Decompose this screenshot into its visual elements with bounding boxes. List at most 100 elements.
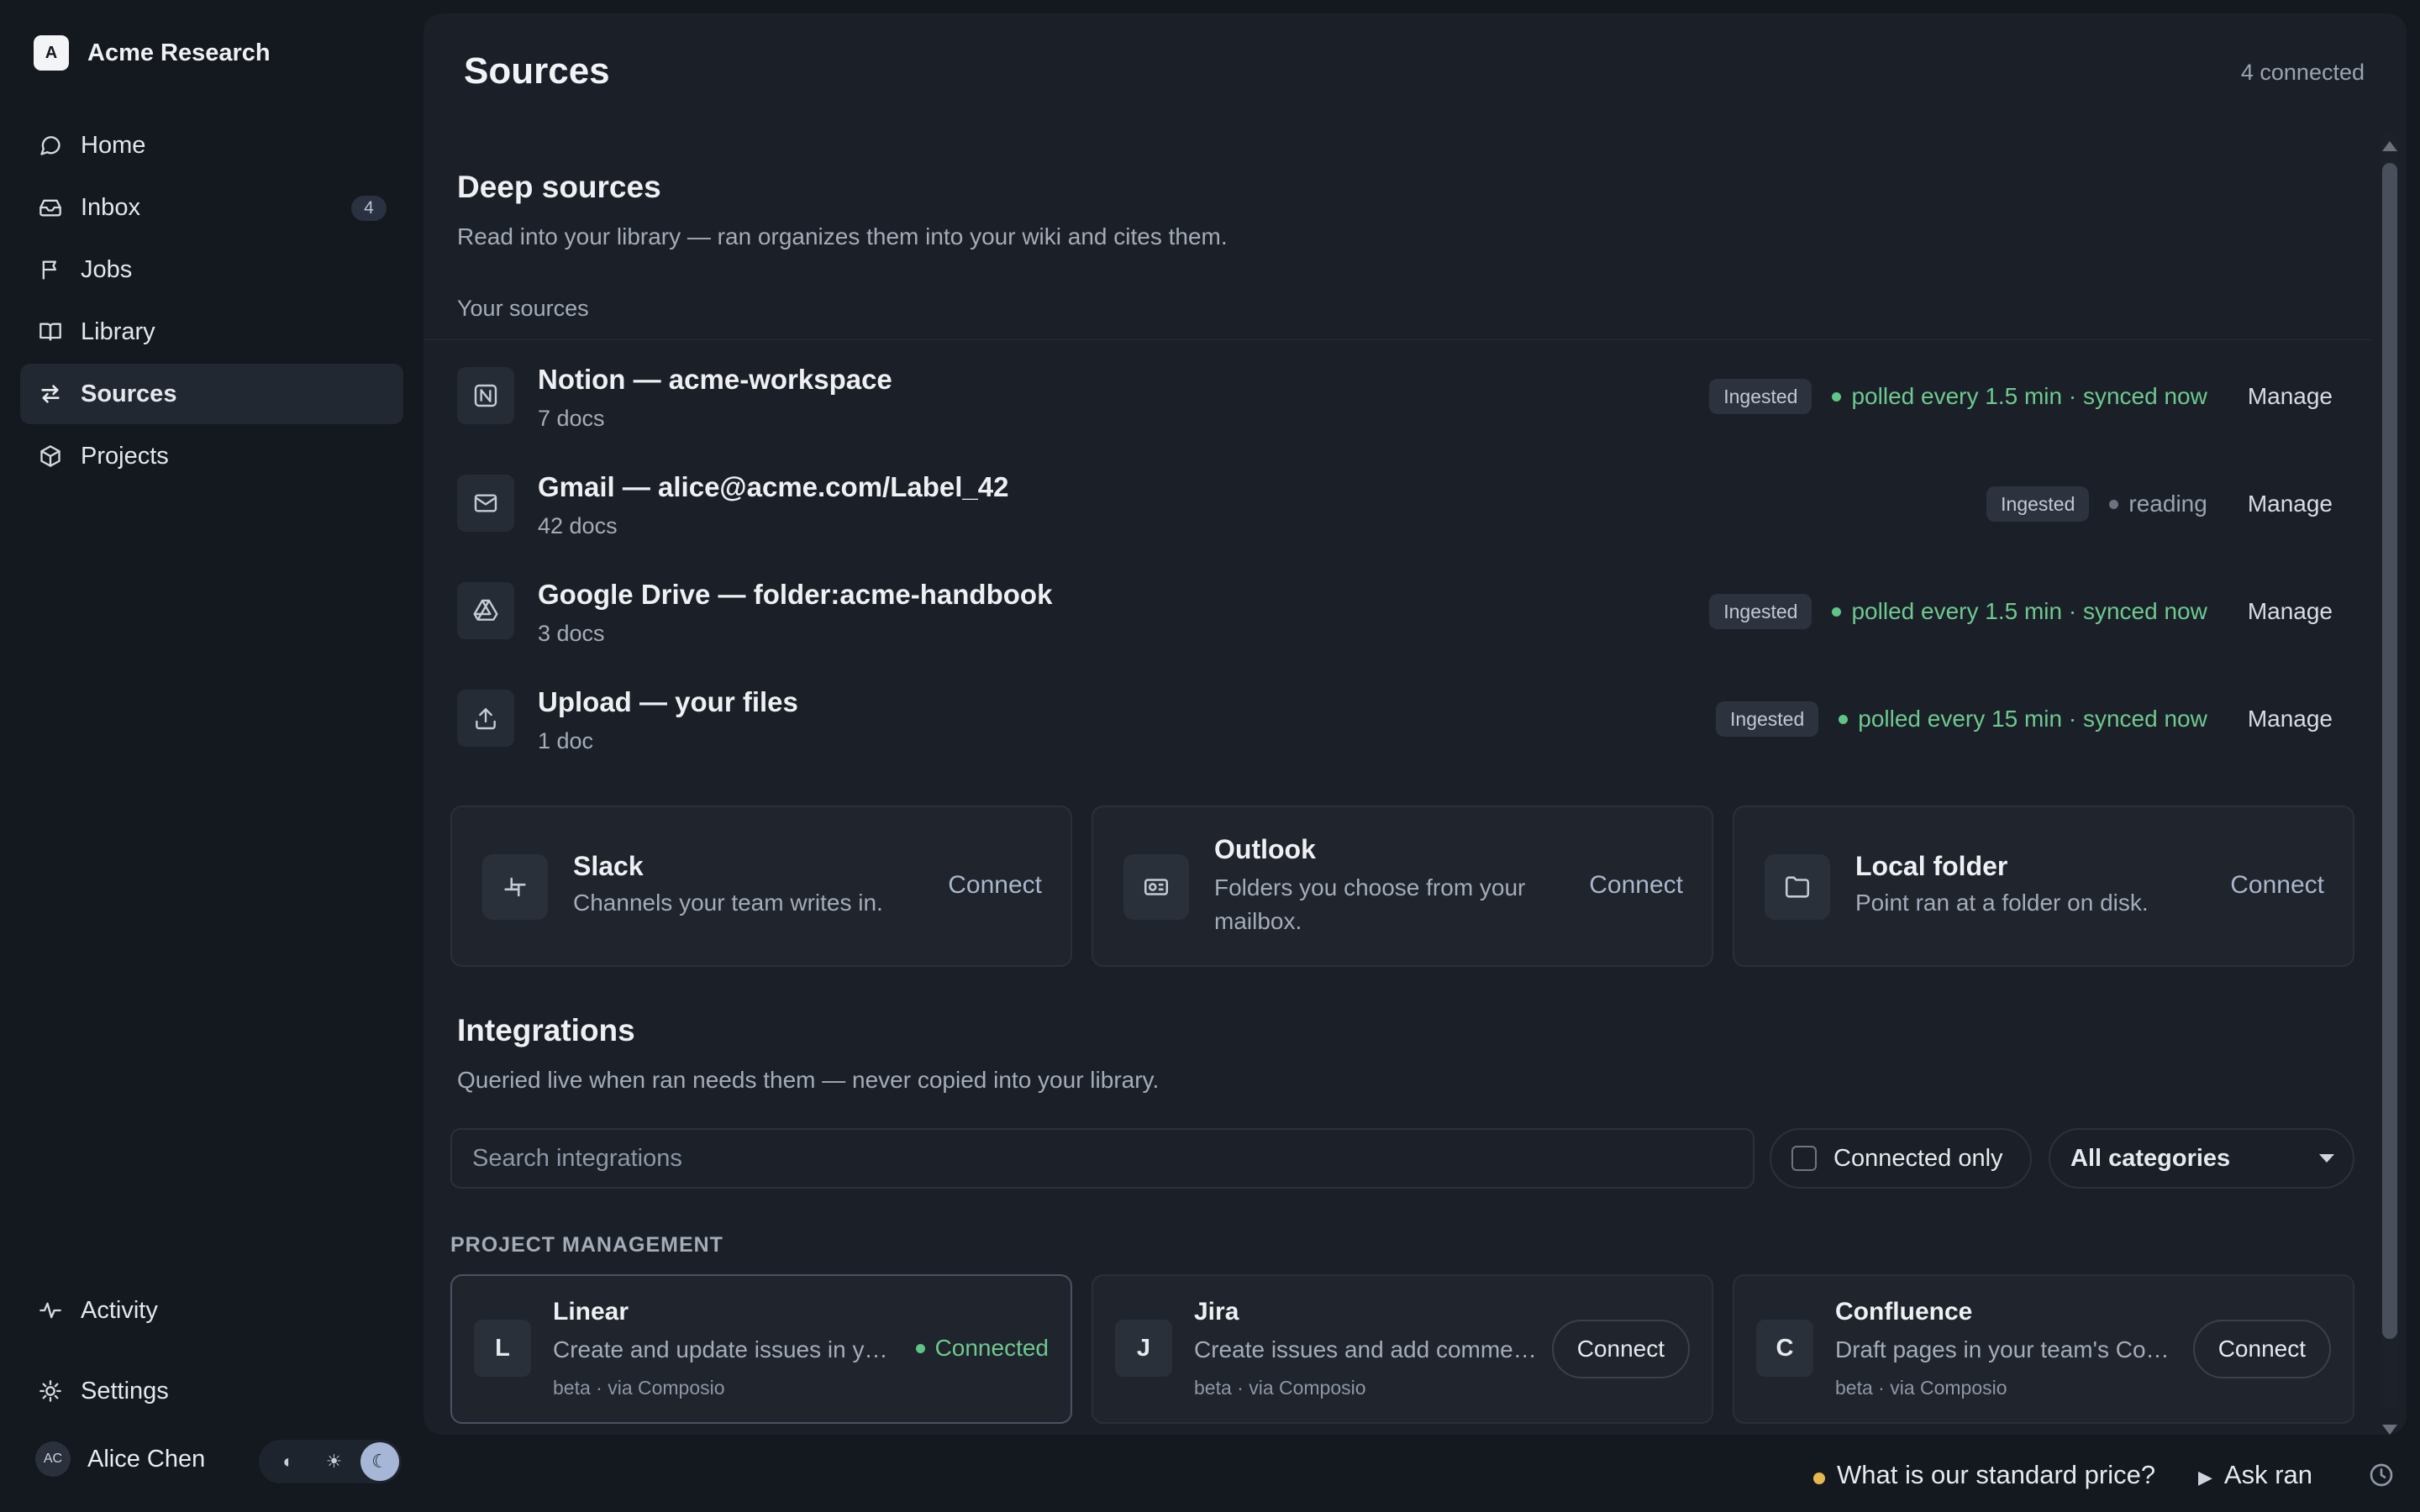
integration-name: Linear bbox=[553, 1298, 629, 1326]
integrations-title: Integrations bbox=[457, 1013, 635, 1047]
suggested-question[interactable]: What is our standard price? bbox=[1837, 1460, 2155, 1490]
sidebar-item-label: Projects bbox=[81, 442, 169, 470]
integration-card-linear[interactable]: L Linear Create and update issues in you… bbox=[450, 1274, 1072, 1424]
status-dot bbox=[1813, 1473, 1825, 1484]
manage-button[interactable]: Manage bbox=[2248, 491, 2333, 517]
pulse-icon bbox=[37, 1297, 64, 1324]
sidebar-item-inbox[interactable]: Inbox 4 bbox=[20, 177, 403, 238]
chat-bubble-icon bbox=[37, 132, 64, 159]
sync-status: polled every 15 min · synced now bbox=[1839, 706, 2207, 732]
notion-icon bbox=[457, 367, 514, 424]
user-menu[interactable]: AC Alice Chen bbox=[35, 1441, 205, 1477]
source-name: Gmail — alice@acme.com/Label_42 bbox=[538, 471, 1009, 502]
scroll-thumb[interactable] bbox=[2382, 163, 2397, 1339]
sidebar-item-jobs[interactable]: Jobs bbox=[20, 239, 403, 300]
integration-description: Create and update issues in your team's … bbox=[553, 1336, 897, 1362]
ask-button-label: Ask ran bbox=[2223, 1460, 2313, 1489]
sidebar-nav: Home Inbox 4 Jobs Library Sources Projec… bbox=[20, 115, 403, 488]
source-name: Notion — acme-workspace bbox=[538, 364, 892, 395]
outlook-icon bbox=[1123, 854, 1189, 920]
history-icon[interactable] bbox=[2368, 1462, 2395, 1488]
sidebar-item-settings[interactable]: Settings bbox=[20, 1364, 403, 1418]
sync-status-text: polled every 15 min · synced now bbox=[1858, 706, 2207, 732]
sidebar-item-home[interactable]: Home bbox=[20, 115, 403, 176]
sun-icon[interactable]: ☀ bbox=[315, 1442, 354, 1481]
connect-button[interactable]: Connect bbox=[2192, 1320, 2331, 1378]
manage-button[interactable]: Manage bbox=[2248, 383, 2333, 410]
source-status-group: Ingested reading Manage bbox=[1986, 485, 2333, 523]
sync-status-text: polled every 1.5 min · synced now bbox=[1851, 383, 2207, 409]
integration-card-confluence: C Confluence Draft pages in your team's … bbox=[1733, 1274, 2354, 1424]
source-doc-count: 42 docs bbox=[538, 513, 618, 538]
sidebar-item-projects[interactable]: Projects bbox=[20, 426, 403, 486]
connect-button[interactable]: Connect bbox=[2230, 871, 2324, 900]
workspace-switcher[interactable]: A Acme Research bbox=[34, 35, 271, 71]
folder-icon bbox=[1765, 854, 1830, 920]
inbox-icon bbox=[37, 194, 64, 221]
source-status-group: Ingested polled every 1.5 min · synced n… bbox=[1709, 592, 2333, 631]
connect-button[interactable]: Connect bbox=[1589, 871, 1683, 900]
chevron-down-icon bbox=[2319, 1154, 2334, 1163]
source-status-group: Ingested polled every 1.5 min · synced n… bbox=[1709, 377, 2333, 416]
theme-switch: ◐ ☀ ☾ bbox=[259, 1440, 402, 1483]
moon-icon[interactable]: ☾ bbox=[360, 1442, 399, 1481]
status-dot bbox=[1832, 606, 1842, 617]
source-row-google-drive: Google Drive — folder:acme-handbook 3 do… bbox=[457, 562, 2356, 661]
card-description: Folders you choose from your mailbox. bbox=[1214, 874, 1526, 934]
ingested-badge: Ingested bbox=[1709, 594, 1812, 629]
integration-logo: C bbox=[1756, 1320, 1813, 1377]
integration-card-jira: J Jira Create issues and add comments in… bbox=[1092, 1274, 1713, 1424]
integration-logo: J bbox=[1115, 1320, 1172, 1377]
deep-sources-title: Deep sources bbox=[457, 170, 661, 204]
source-doc-count: 1 doc bbox=[538, 728, 594, 753]
source-name: Upload — your files bbox=[538, 686, 798, 717]
source-doc-count: 3 docs bbox=[538, 621, 605, 646]
category-heading: PROJECT MANAGEMENT bbox=[450, 1233, 723, 1257]
sidebar-item-library[interactable]: Library bbox=[20, 302, 403, 362]
play-icon: ▶ bbox=[2198, 1467, 2212, 1488]
search-input[interactable] bbox=[452, 1130, 1753, 1187]
sidebar-item-label: Sources bbox=[81, 380, 177, 407]
sync-status: reading bbox=[2109, 491, 2207, 517]
manage-button[interactable]: Manage bbox=[2248, 598, 2333, 625]
ask-button[interactable]: ▶ Ask ran bbox=[2198, 1460, 2312, 1490]
source-row-notion: Notion — acme-workspace 7 docs Ingested … bbox=[457, 347, 2356, 446]
scroll-down-icon[interactable] bbox=[2382, 1425, 2397, 1435]
source-row-gmail: Gmail — alice@acme.com/Label_42 42 docs … bbox=[457, 454, 2356, 554]
sync-status: polled every 1.5 min · synced now bbox=[1832, 598, 2207, 625]
category-select[interactable]: All categories bbox=[2049, 1128, 2354, 1189]
ingested-badge: Ingested bbox=[1986, 486, 2090, 522]
sidebar-item-label: Settings bbox=[81, 1377, 169, 1404]
deep-sources-description: Read into your library — ran organizes t… bbox=[457, 223, 1228, 249]
status-dot bbox=[915, 1343, 925, 1353]
checkbox[interactable] bbox=[1791, 1146, 1817, 1171]
connected-only-label: Connected only bbox=[1833, 1144, 2003, 1172]
sync-status-text: reading bbox=[2128, 491, 2207, 517]
drive-icon bbox=[457, 582, 514, 639]
sidebar: A Acme Research Home Inbox 4 Jobs Librar… bbox=[0, 0, 424, 1512]
sidebar-item-sources[interactable]: Sources bbox=[20, 364, 403, 424]
sidebar-item-activity[interactable]: Activity bbox=[20, 1284, 403, 1337]
scroll-up-icon[interactable] bbox=[2382, 141, 2397, 151]
contrast-icon[interactable]: ◐ bbox=[269, 1442, 308, 1481]
integration-logo: L bbox=[474, 1320, 531, 1377]
category-select-value: All categories bbox=[2070, 1144, 2231, 1172]
sidebar-item-label: Inbox bbox=[81, 193, 140, 221]
status-dot bbox=[1839, 714, 1849, 724]
card-description: Channels your team writes in. bbox=[573, 890, 883, 916]
connect-button[interactable]: Connect bbox=[1551, 1320, 1690, 1378]
manage-button[interactable]: Manage bbox=[2248, 706, 2333, 732]
connect-card-local-folder: Local folder Point ran at a folder on di… bbox=[1733, 806, 2354, 967]
connect-button[interactable]: Connect bbox=[948, 871, 1042, 900]
status-dot bbox=[1832, 391, 1842, 402]
connected-status-text: Connected bbox=[934, 1335, 1049, 1361]
sidebar-item-label: Library bbox=[81, 318, 155, 345]
sidebar-item-label: Home bbox=[81, 131, 146, 159]
connected-only-toggle[interactable]: Connected only bbox=[1770, 1128, 2032, 1189]
card-title: Slack bbox=[573, 851, 644, 881]
integration-description: Draft pages in your team's Confluence sp… bbox=[1835, 1336, 2180, 1362]
card-title: Outlook bbox=[1214, 834, 1316, 864]
scrollbar[interactable] bbox=[2377, 123, 2402, 1435]
connect-card-slack: Slack Channels your team writes in. Conn… bbox=[450, 806, 1072, 967]
connected-status: Connected bbox=[915, 1335, 1049, 1362]
